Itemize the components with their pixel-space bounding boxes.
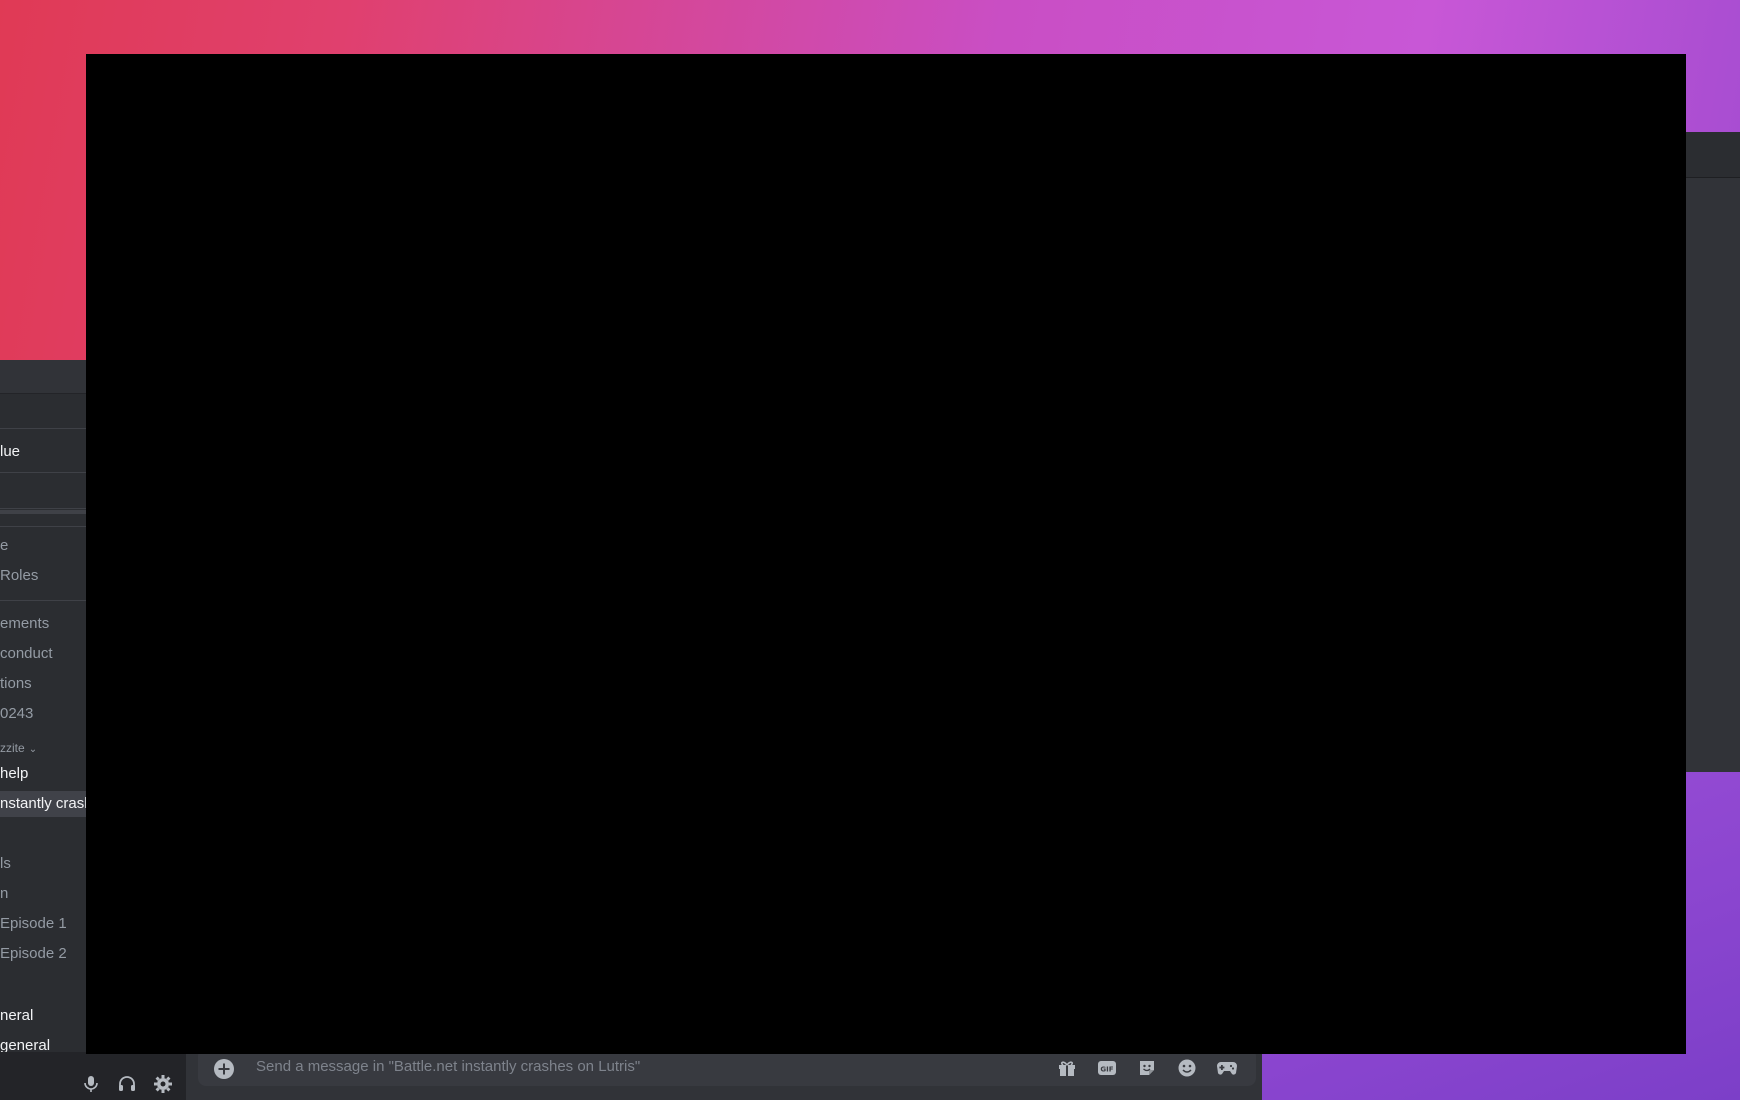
black-overlay-window (86, 54, 1686, 1054)
sidebar-item-0243[interactable]: 0243 (0, 704, 33, 724)
gear-icon[interactable] (152, 1073, 174, 1095)
sidebar-item-announcements[interactable]: ements (0, 614, 49, 634)
sidebar-divider (0, 510, 86, 514)
thread-side-panel-header (1686, 132, 1740, 178)
channel-sidebar: lue e Roles ements conduct tions 0243 zz… (0, 360, 86, 1100)
svg-text:GIF: GIF (1100, 1066, 1113, 1074)
sidebar-item-roles[interactable]: Roles (0, 566, 38, 586)
sidebar-item-help[interactable]: help (0, 764, 28, 784)
message-input[interactable]: Send a message in "Battle.net instantly … (256, 1058, 640, 1075)
sidebar-divider (0, 526, 86, 527)
sidebar-item-episode-1[interactable]: Episode 1 (0, 914, 67, 934)
sidebar-category[interactable]: zzite ⌄ (0, 741, 37, 755)
microphone-icon[interactable] (80, 1073, 102, 1095)
sidebar-item-ls[interactable]: ls (0, 854, 11, 874)
emoji-icon[interactable] (1174, 1055, 1200, 1081)
add-attachment-button[interactable] (212, 1057, 236, 1081)
chevron-down-icon: ⌄ (28, 744, 38, 755)
gift-icon[interactable] (1054, 1055, 1080, 1081)
sidebar-item-episode-2[interactable]: Episode 2 (0, 944, 67, 964)
gif-icon[interactable]: GIF (1094, 1055, 1120, 1081)
activities-icon[interactable] (1214, 1055, 1240, 1081)
sidebar-item-neral[interactable]: neral (0, 1006, 33, 1026)
sidebar-divider (0, 600, 86, 601)
category-label: zzite (0, 741, 25, 755)
sidebar-header (0, 360, 86, 394)
sidebar-item-conduct[interactable]: conduct (0, 644, 53, 664)
sticker-icon[interactable] (1134, 1055, 1160, 1081)
sidebar-divider (0, 428, 86, 429)
sidebar-divider (0, 508, 86, 509)
thread-side-panel (1686, 132, 1740, 772)
sidebar-item-n[interactable]: n (0, 884, 8, 904)
sidebar-item-2[interactable]: e (0, 536, 8, 556)
headphones-icon[interactable] (116, 1073, 138, 1095)
sidebar-divider (0, 472, 86, 473)
sidebar-item-selected-thread[interactable]: nstantly crasl (0, 791, 86, 817)
sidebar-item-tions[interactable]: tions (0, 674, 32, 694)
sidebar-item-1[interactable]: lue (0, 442, 20, 462)
